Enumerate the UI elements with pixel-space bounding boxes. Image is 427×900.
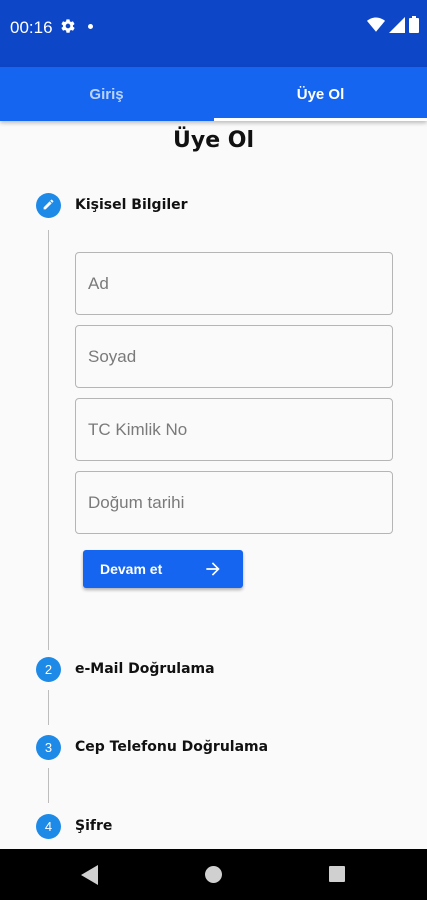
recents-icon[interactable] [329, 866, 345, 887]
step-1-circle[interactable] [36, 193, 61, 218]
active-tab-indicator [214, 118, 427, 121]
settings-gear-icon [60, 18, 76, 39]
first-name-input[interactable] [76, 253, 392, 314]
last-name-field[interactable] [75, 325, 393, 388]
tc-no-field[interactable] [75, 398, 393, 461]
continue-button-label: Devam et [100, 561, 163, 577]
step-3-circle[interactable]: 3 [36, 735, 61, 760]
battery-icon [409, 16, 419, 38]
step-1-title[interactable]: Kişisel Bilgiler [75, 197, 188, 213]
step-2-circle[interactable]: 2 [36, 657, 61, 682]
step-4-title[interactable]: Şifre [75, 818, 112, 834]
system-nav-bar [0, 849, 427, 900]
step-4-circle[interactable]: 4 [36, 814, 61, 839]
pencil-icon [42, 198, 55, 214]
status-icons [367, 16, 419, 38]
wifi-icon [367, 17, 385, 38]
tab-register[interactable]: Üye Ol [214, 67, 427, 121]
birth-date-input[interactable] [76, 472, 392, 533]
tab-bar: Giriş Üye Ol [0, 67, 427, 121]
step-connector-line [48, 230, 49, 650]
step-3-title[interactable]: Cep Telefonu Doğrulama [75, 739, 268, 755]
step-2-title[interactable]: e-Mail Doğrulama [75, 661, 215, 677]
continue-button[interactable]: Devam et [83, 550, 243, 588]
tc-no-input[interactable] [76, 399, 392, 460]
last-name-input[interactable] [76, 326, 392, 387]
tab-login[interactable]: Giriş [0, 67, 213, 121]
first-name-field[interactable] [75, 252, 393, 315]
step-connector-line [48, 768, 49, 803]
back-icon[interactable] [81, 865, 99, 890]
arrow-right-icon [203, 559, 223, 582]
notification-dot-icon [88, 24, 93, 29]
home-icon[interactable] [205, 866, 222, 888]
status-bar: 00:16 [0, 0, 427, 67]
signal-icon [389, 16, 405, 38]
birth-date-field[interactable] [75, 471, 393, 534]
step-connector-line [48, 690, 49, 725]
page-title: Üye Ol [172, 128, 255, 153]
status-time: 00:16 [10, 18, 53, 37]
